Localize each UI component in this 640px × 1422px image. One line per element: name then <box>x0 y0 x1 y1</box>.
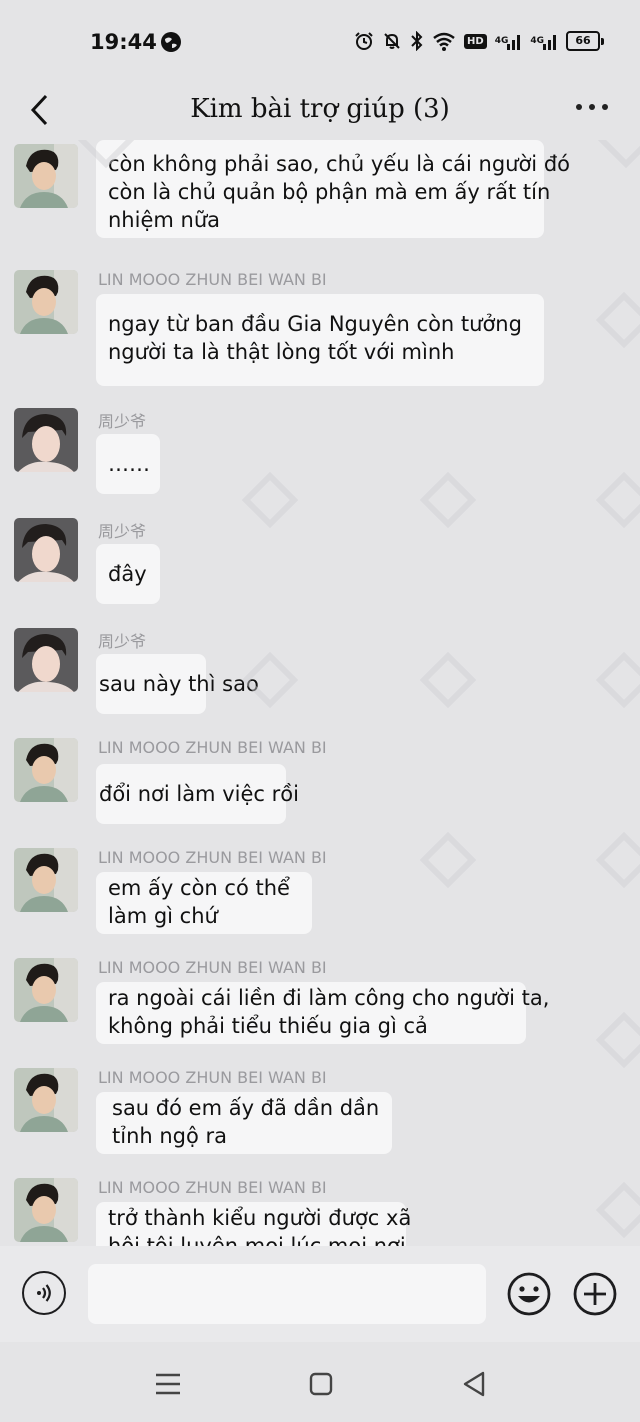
wifi-icon <box>432 31 456 51</box>
message-line: còn không phải sao, chủ yếu là cái người… <box>108 152 570 176</box>
message-line: nhiệm nữa <box>108 208 220 232</box>
signal-icon: 4G <box>530 32 558 50</box>
message-bubble[interactable]: em ấy còn có thể làm gì chứ <box>96 872 312 934</box>
message-line: trở thành kiểu người được xã <box>108 1206 412 1230</box>
sender-name: 周少爷 <box>98 522 147 541</box>
watermark-icon <box>597 140 640 169</box>
avatar[interactable] <box>14 738 78 802</box>
mute-icon <box>382 31 402 51</box>
message-line: hội tôi luyện mọi lúc mọi nơi <box>108 1234 406 1246</box>
message-line: sau này thì sao <box>99 672 259 696</box>
nav-menu-button[interactable] <box>155 1372 181 1400</box>
message-line: sau đó em ấy đã dần dần <box>112 1096 380 1120</box>
message-bubble[interactable]: …… <box>96 434 160 494</box>
watermark-icon <box>419 651 477 709</box>
bluetooth-icon <box>410 31 424 51</box>
sender-name: LIN MOOO ZHUN BEI WAN BI <box>98 738 327 757</box>
sender-name: LIN MOOO ZHUN BEI WAN BI <box>98 958 327 977</box>
avatar[interactable] <box>14 628 78 692</box>
voice-icon <box>37 1284 51 1302</box>
plus-icon <box>573 1272 617 1316</box>
voice-button[interactable] <box>22 1271 66 1315</box>
emoji-button[interactable] <box>506 1271 552 1317</box>
message-line: tỉnh ngộ ra <box>112 1124 228 1148</box>
watermark-icon <box>419 471 477 529</box>
input-bar <box>0 1246 640 1342</box>
sender-name: LIN MOOO ZHUN BEI WAN BI <box>98 848 327 867</box>
sender-name: 周少爷 <box>98 632 147 651</box>
message-line: đổi nơi làm việc rồi <box>99 782 299 806</box>
message-bubble[interactable]: còn không phải sao, chủ yếu là cái người… <box>96 140 570 238</box>
sender-name: 周少爷 <box>98 412 147 431</box>
home-icon <box>309 1372 333 1396</box>
avatar[interactable] <box>14 270 78 334</box>
avatar[interactable] <box>14 958 78 1022</box>
message-input[interactable] <box>88 1264 486 1324</box>
message-bubble[interactable]: ra ngoài cái liền đi làm công cho người … <box>96 982 550 1044</box>
avatar[interactable] <box>14 1178 78 1242</box>
avatar[interactable] <box>14 1068 78 1132</box>
more-button[interactable] <box>576 104 608 110</box>
message-bubble[interactable]: sau này thì sao <box>96 654 259 714</box>
system-nav-bar <box>0 1342 640 1422</box>
watermark-icon <box>595 1011 640 1069</box>
message-line: đây <box>108 562 147 586</box>
message-line: làm gì chứ <box>108 904 218 928</box>
nav-back-button[interactable] <box>462 1371 486 1401</box>
avatar[interactable] <box>14 518 78 582</box>
sender-name: LIN MOOO ZHUN BEI WAN BI <box>98 1178 327 1197</box>
chat-header: Kim bài trợ giúp (3) <box>0 86 640 136</box>
avatar[interactable] <box>14 144 78 208</box>
message-bubble[interactable]: sau đó em ấy đã dần dần tỉnh ngộ ra <box>96 1092 392 1154</box>
sender-name: LIN MOOO ZHUN BEI WAN BI <box>98 1068 327 1087</box>
nav-home-button[interactable] <box>309 1372 333 1400</box>
status-bar: 19:44 HD 4G 4G 66 <box>0 0 640 86</box>
hd-icon: HD <box>464 33 487 49</box>
message-line: ngay từ ban đầu Gia Nguyên còn tưởng <box>108 312 522 336</box>
message-line: em ấy còn có thể <box>108 876 290 900</box>
watermark-icon <box>241 471 299 529</box>
signal-icon: 4G <box>495 32 523 50</box>
avatar[interactable] <box>14 408 78 472</box>
menu-icon <box>156 1373 180 1395</box>
watermark-icon <box>419 831 477 889</box>
more-icon <box>576 104 582 110</box>
plus-button[interactable] <box>572 1271 618 1317</box>
watermark-icon <box>595 1181 640 1239</box>
emoji-icon <box>507 1272 551 1316</box>
message-line: không phải tiểu thiếu gia gì cả <box>108 1014 428 1038</box>
battery-icon: 66 <box>566 31 604 51</box>
message-bubble[interactable]: ngay từ ban đầu Gia Nguyên còn tưởng ngư… <box>96 294 544 386</box>
status-time: 19:44 <box>90 30 157 54</box>
alarm-icon <box>354 31 374 51</box>
watermark-icon <box>595 831 640 889</box>
status-icons: HD 4G 4G 66 <box>354 31 604 51</box>
battery-level: 66 <box>566 31 600 51</box>
message-bubble[interactable]: đổi nơi làm việc rồi <box>96 764 299 824</box>
message-line: ra ngoài cái liền đi làm công cho người … <box>108 986 550 1010</box>
message-line: còn là chủ quản bộ phận mà em ấy rất tín <box>108 180 551 204</box>
message-bubble[interactable]: trở thành kiểu người được xã hội tôi luy… <box>96 1202 412 1246</box>
watermark-icon <box>595 291 640 349</box>
message-list[interactable]: còn không phải sao, chủ yếu là cái người… <box>0 140 640 1246</box>
avatar[interactable] <box>14 848 78 912</box>
watermark-icon <box>595 471 640 529</box>
message-bubble[interactable]: đây <box>96 544 160 604</box>
globe-icon <box>160 31 182 57</box>
message-line: …… <box>108 452 150 476</box>
chat-title: Kim bài trợ giúp (3) <box>190 94 450 124</box>
sender-name: LIN MOOO ZHUN BEI WAN BI <box>98 270 327 289</box>
back-triangle-icon <box>463 1371 485 1397</box>
watermark-icon <box>595 651 640 709</box>
message-line: người ta là thật lòng tốt với mình <box>108 340 455 364</box>
